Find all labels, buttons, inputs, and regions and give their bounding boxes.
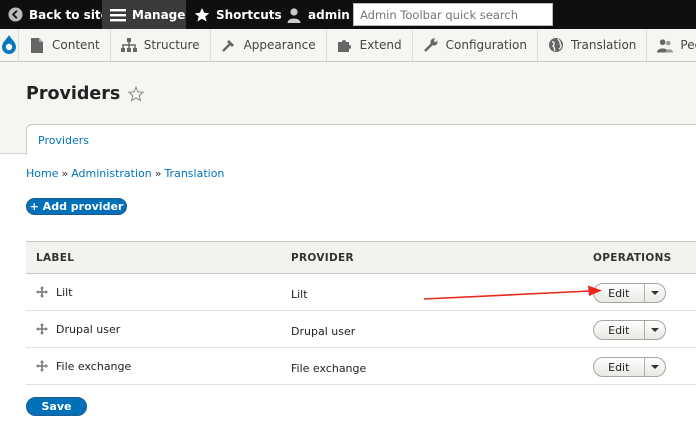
page-title-text: Providers: [26, 84, 121, 104]
wrench-icon: [423, 37, 439, 53]
save-label: Save: [41, 400, 72, 413]
drupal-drop-icon: [0, 34, 18, 57]
tray-item-label: Content: [52, 38, 100, 52]
tab-providers[interactable]: Providers: [26, 124, 696, 155]
save-button[interactable]: Save: [26, 397, 87, 416]
table-row: File exchange File exchange Edit: [26, 348, 696, 385]
back-to-site-label: Back to site: [29, 7, 109, 22]
star-icon: [194, 7, 210, 23]
caret-down-icon: [650, 291, 659, 295]
manage-tray: Content Structure Appearance Extend Conf…: [0, 29, 696, 62]
admin-toolbar-search-input[interactable]: [353, 3, 553, 26]
edit-button[interactable]: Edit: [594, 361, 644, 374]
row-label: Drupal user: [56, 323, 121, 336]
table-row: Lilt Lilt Edit: [26, 274, 696, 311]
sitemap-icon: [120, 37, 137, 53]
edit-button[interactable]: Edit: [594, 324, 644, 337]
add-provider-button[interactable]: + Add provider: [26, 198, 127, 215]
user-tab[interactable]: admin: [278, 0, 356, 29]
tray-item-label: Structure: [143, 38, 200, 52]
operations-toggle-button[interactable]: [643, 358, 665, 376]
row-provider: Lilt: [291, 288, 308, 301]
star-outline-icon[interactable]: [128, 86, 145, 102]
edit-button[interactable]: Edit: [594, 287, 644, 300]
column-header-provider: PROVIDER: [291, 252, 354, 264]
user-icon: [286, 7, 302, 23]
tray-item-label: Translation: [571, 38, 637, 52]
breadcrumb: Home» Administration» Translation: [26, 167, 224, 180]
drupal-logo-link[interactable]: [0, 29, 19, 61]
drag-handle-icon[interactable]: [36, 323, 48, 335]
add-provider-label: + Add provider: [29, 200, 124, 213]
breadcrumb-administration-link[interactable]: Administration: [71, 167, 152, 180]
row-provider: File exchange: [291, 362, 367, 375]
tray-item-label: Configuration: [445, 38, 528, 52]
puzzle-icon: [337, 37, 353, 53]
operations-dropbutton: Edit: [593, 357, 666, 377]
caret-down-icon: [650, 328, 659, 332]
column-header-label: LABEL: [36, 252, 75, 264]
column-header-operations: OPERATIONS: [593, 252, 672, 264]
drag-handle-icon[interactable]: [36, 360, 48, 372]
shortcuts-tab[interactable]: Shortcuts: [186, 0, 282, 29]
row-label: File exchange: [56, 360, 132, 373]
tray-item-people[interactable]: People: [647, 29, 696, 61]
people-icon: [657, 37, 674, 53]
admin-toolbar: Back to site Manage Shortcuts admin: [0, 0, 696, 29]
operations-toggle-button[interactable]: [643, 284, 665, 302]
tray-item-label: Appearance: [243, 38, 316, 52]
back-to-site-link[interactable]: Back to site: [0, 0, 109, 29]
breadcrumb-home-link[interactable]: Home: [26, 167, 58, 180]
tray-item-translation[interactable]: Translation: [538, 29, 648, 61]
manage-label: Manage: [132, 7, 186, 22]
menu-icon: [110, 7, 126, 23]
page-title: Providers: [26, 84, 145, 104]
wrench-brush-icon: [221, 37, 237, 53]
tray-item-structure[interactable]: Structure: [111, 29, 211, 61]
tray-item-label: People: [680, 38, 696, 52]
row-label: Lilt: [56, 286, 73, 299]
operations-dropbutton: Edit: [593, 283, 666, 303]
tray-item-content[interactable]: Content: [19, 29, 111, 61]
shortcuts-label: Shortcuts: [216, 7, 282, 22]
table-row: Drupal user Drupal user Edit: [26, 311, 696, 348]
tray-item-configuration[interactable]: Configuration: [413, 29, 539, 61]
caret-down-icon: [650, 365, 659, 369]
breadcrumb-translation-link[interactable]: Translation: [164, 167, 224, 180]
tray-item-label: Extend: [359, 38, 402, 52]
user-label: admin: [308, 7, 350, 22]
providers-table: LABEL PROVIDER OPERATIONS Lilt Lilt Edit…: [26, 241, 696, 385]
operations-toggle-button[interactable]: [643, 321, 665, 339]
breadcrumb-separator: »: [61, 167, 69, 180]
table-header: LABEL PROVIDER OPERATIONS: [26, 241, 696, 274]
drag-handle-icon[interactable]: [36, 286, 48, 298]
operations-dropbutton: Edit: [593, 320, 666, 340]
manage-tab[interactable]: Manage: [102, 0, 186, 29]
file-icon: [29, 37, 45, 53]
globe-icon: [548, 37, 564, 53]
chevron-left-circle-icon: [8, 7, 23, 23]
tray-item-extend[interactable]: Extend: [327, 29, 413, 61]
row-provider: Drupal user: [291, 325, 356, 338]
tab-providers-label: Providers: [38, 134, 90, 147]
tray-item-appearance[interactable]: Appearance: [211, 29, 327, 61]
breadcrumb-separator: »: [154, 167, 162, 180]
